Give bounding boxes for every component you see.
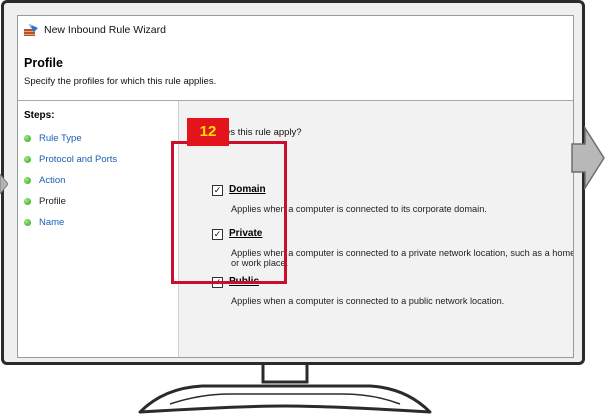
step-bullet-icon bbox=[24, 135, 31, 142]
step-bullet-icon bbox=[24, 219, 31, 226]
arrow-right-icon bbox=[571, 126, 605, 190]
step-label: Action bbox=[39, 175, 66, 186]
step-number-badge: 12 bbox=[187, 118, 229, 146]
step-bullet-icon bbox=[24, 177, 31, 184]
page-subtitle: Specify the profiles for which this rule… bbox=[24, 76, 217, 87]
title-bar: New Inbound Rule Wizard bbox=[18, 16, 573, 44]
firewall-wizard-icon bbox=[24, 24, 38, 36]
monitor-stand bbox=[138, 365, 432, 414]
step-bullet-icon bbox=[24, 198, 31, 205]
wizard-window: New Inbound Rule Wizard Profile Specify … bbox=[17, 15, 574, 358]
step-label: Name bbox=[39, 217, 65, 228]
step-label: Rule Type bbox=[39, 133, 82, 144]
steps-panel: Steps: Rule Type Protocol and Ports Acti… bbox=[18, 101, 179, 357]
monitor-frame: New Inbound Rule Wizard Profile Specify … bbox=[1, 0, 585, 365]
public-description: Applies when a computer is connected to … bbox=[231, 296, 505, 306]
window-title: New Inbound Rule Wizard bbox=[44, 24, 166, 36]
steps-heading: Steps: bbox=[24, 110, 55, 121]
step-label: Profile bbox=[39, 196, 66, 207]
step-bullet-icon bbox=[24, 156, 31, 163]
page-title: Profile bbox=[24, 56, 63, 70]
step-label: Protocol and Ports bbox=[39, 154, 118, 165]
arrow-left-icon bbox=[0, 174, 8, 194]
highlight-box bbox=[171, 141, 287, 284]
